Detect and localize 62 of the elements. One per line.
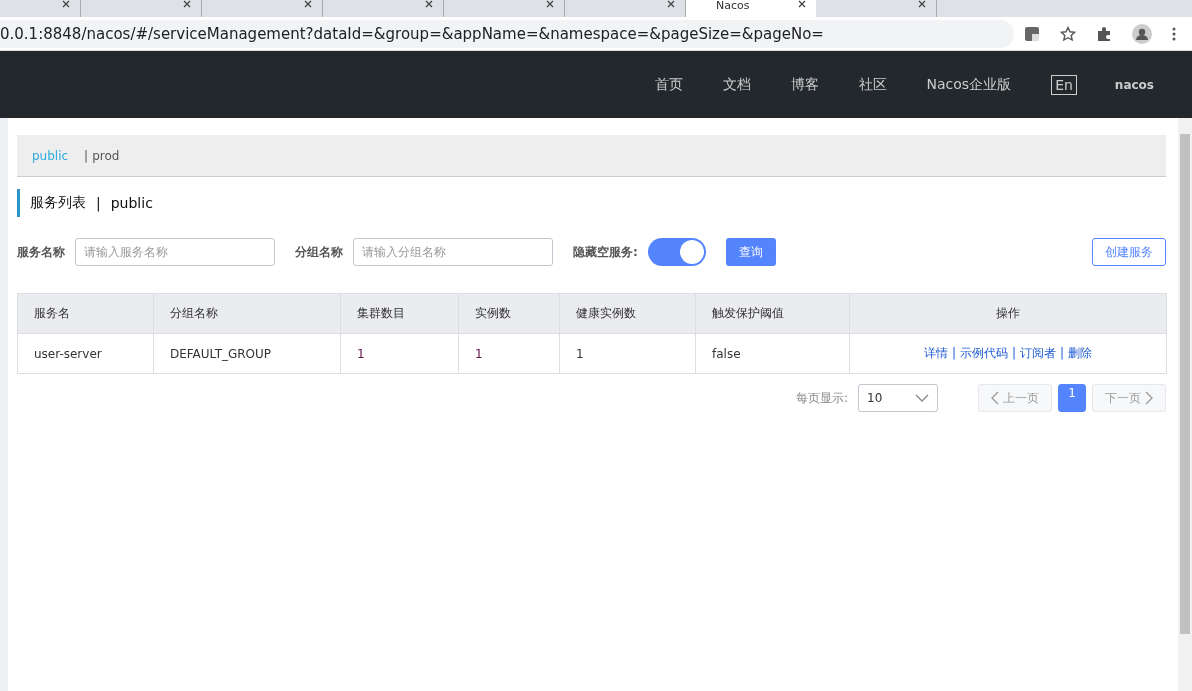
star-icon[interactable] [1060,25,1076,42]
separator: | [951,346,956,360]
action-link[interactable]: 详情 [923,346,948,360]
browser-tab[interactable]: Nacos [686,0,816,17]
profile-icon[interactable] [1132,23,1152,44]
column-header: 服务名 [17,293,154,334]
column-header: 分组名称 [153,293,341,334]
page-size-select[interactable]: 10 [858,384,938,412]
separator: | [84,148,89,163]
action-link[interactable]: 示例代码 [959,346,1008,360]
close-icon[interactable] [667,0,675,8]
scrollbar[interactable] [1178,118,1192,691]
close-icon[interactable] [918,0,926,8]
page-title: 服务列表 [30,194,86,212]
page-size-label: 每页显示: [795,389,848,407]
puzzle-icon[interactable] [1096,25,1112,42]
close-icon[interactable] [425,0,433,8]
field-label: 分组名称 [295,243,343,261]
column-header: 实例数 [458,293,560,334]
close-icon[interactable] [183,0,191,8]
field-label: 服务名称 [17,243,65,261]
chevron-right-icon [1145,391,1153,405]
separator: | [96,195,101,211]
action-link[interactable]: 订阅者 [1020,346,1056,360]
separator: | [1060,346,1065,360]
service-name-field[interactable]: 请输入服务名称 [75,238,275,266]
table-cell: user-server [17,333,154,374]
nav-link[interactable]: 社区 [858,75,887,94]
namespace-name: public [110,195,153,211]
nav-link[interactable]: Nacos企业版 [926,75,1012,94]
nav-link[interactable]: 博客 [790,75,819,94]
group-name-field[interactable]: 请输入分组名称 [353,238,553,266]
nav-link[interactable]: 文档 [722,75,751,94]
menu-icon[interactable] [1172,26,1176,41]
nav-link[interactable]: 首页 [654,75,683,94]
namespace-link[interactable]: prod [92,148,120,163]
separator: | [1011,346,1016,360]
create-service-button[interactable]: 创建服务 [1092,238,1166,266]
action-link[interactable]: 删除 [1068,346,1093,360]
language-button[interactable]: En [1051,74,1077,95]
user-name[interactable]: nacos [1114,77,1154,92]
column-header: 集群数目 [340,293,459,334]
close-icon[interactable] [62,0,70,8]
column-header: 健康实例数 [559,293,696,334]
close-icon[interactable] [304,0,312,8]
field-label: 隐藏空服务: [573,243,638,261]
table-cell: DEFAULT_GROUP [153,333,341,374]
column-header: 操作 [849,293,1167,334]
page-button[interactable]: 1 [1058,384,1086,412]
close-icon[interactable] [798,0,806,8]
query-button[interactable]: 查询 [725,238,776,266]
translate-icon[interactable] [1024,25,1040,42]
close-icon[interactable] [546,0,554,8]
chevron-left-icon [991,391,999,405]
table-cell: false [695,333,850,374]
toggle-switch[interactable] [647,238,706,266]
table-cell: 1 [559,333,696,374]
column-header: 触发保护阈值 [695,293,850,334]
table-cell: 1 [458,333,560,374]
chevron-down-icon [915,394,929,402]
table-cell: 1 [340,333,459,374]
address-field[interactable]: 0.0.1:8848/nacos/#/serviceManagement?dataId=&group=&appName=&namespace=&pageSize=&pageNo= [0,19,1014,48]
